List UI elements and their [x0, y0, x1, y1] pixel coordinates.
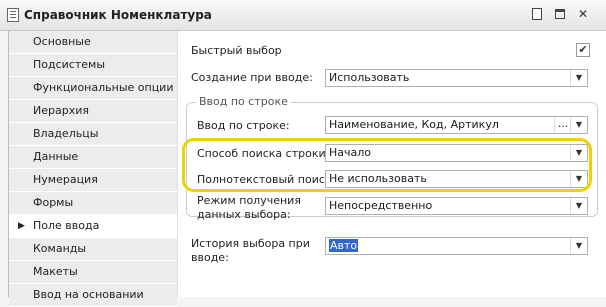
create-on-input-label: Создание при вводе:	[191, 71, 313, 84]
close-icon: ✕	[577, 7, 589, 21]
nav-item-label: Нумерация	[33, 173, 98, 186]
close-button[interactable]: ✕	[576, 7, 590, 21]
choice-history-selected-text: Авто	[329, 239, 359, 252]
create-on-input-select[interactable]: Использовать ▼	[325, 69, 588, 87]
nav-item-label: Иерархия	[33, 104, 89, 117]
catalog-icon	[7, 8, 19, 22]
nav-item-templates[interactable]: Макеты	[9, 261, 177, 284]
nav-item-subsystems[interactable]: Подсистемы	[9, 54, 177, 77]
quick-choice-checkbox[interactable]: ✔	[576, 43, 590, 57]
create-on-input-value: Использовать	[329, 71, 410, 84]
input-by-string-label: Ввод по строке:	[197, 119, 290, 132]
nav-item-data[interactable]: Данные	[9, 146, 177, 169]
checkmark-icon: ✔	[578, 43, 588, 56]
window-title: Справочник Номенклатура	[24, 8, 212, 22]
nav-item-label: Ввод на основании	[33, 288, 144, 301]
nav-item-label: Основные	[33, 35, 91, 48]
input-by-string-group-caption: Ввод по строке	[196, 95, 291, 108]
nav-item-numbering[interactable]: Нумерация	[9, 169, 177, 192]
data-retrieval-mode-label-line1: Режим получения	[197, 194, 301, 207]
nav-item-functional-options[interactable]: Функциональные опции	[9, 77, 177, 100]
nav-item-label: Команды	[33, 242, 87, 255]
highlight-frame	[182, 138, 592, 192]
choose-button[interactable]: ...	[554, 117, 571, 133]
nav-item-label: Формы	[33, 196, 74, 209]
nav-item-label: Поле ввода	[33, 219, 100, 232]
dropdown-arrow-icon[interactable]: ▼	[570, 117, 587, 133]
nav-item-hierarchy[interactable]: Иерархия	[9, 100, 177, 123]
nav-item-owners[interactable]: Владельцы	[9, 123, 177, 146]
nav-item-label: Владельцы	[33, 127, 99, 140]
current-item-arrow-icon: ▶	[18, 221, 25, 231]
nav-item-label: Макеты	[33, 265, 78, 278]
data-retrieval-mode-select[interactable]: Непосредственно ▼	[325, 197, 588, 215]
dropdown-arrow-icon[interactable]: ▼	[570, 70, 587, 86]
dropdown-arrow-icon[interactable]: ▼	[570, 238, 587, 254]
nav-item-forms[interactable]: Формы	[9, 192, 177, 215]
nav-item-main[interactable]: Основные	[9, 31, 177, 54]
data-retrieval-mode-label-line2: данных выбора:	[197, 208, 291, 221]
title-bar: Справочник Номенклатура ✕	[0, 0, 606, 31]
nav-item-label: Функциональные опции	[33, 81, 174, 94]
nav-item-label: Данные	[33, 150, 79, 163]
input-by-string-field[interactable]: Наименование, Код, Артикул ... ▼	[325, 116, 588, 134]
sections-nav: Основные Подсистемы Функциональные опции…	[8, 31, 178, 307]
quick-choice-label: Быстрый выбор	[191, 44, 282, 57]
data-retrieval-mode-value: Непосредственно	[329, 199, 433, 212]
nav-item-input-based-on[interactable]: Ввод на основании	[9, 284, 177, 307]
dropdown-arrow-icon[interactable]: ▼	[570, 198, 587, 214]
window-menu-button[interactable]	[530, 7, 544, 21]
nav-item-commands[interactable]: Команды	[9, 238, 177, 261]
nav-item-input-field[interactable]: ▶ Поле ввода	[9, 215, 177, 238]
choice-history-label-line1: История выбора при	[191, 237, 310, 250]
choice-history-select[interactable]: Авто ▼	[325, 237, 588, 255]
document-icon	[532, 8, 542, 20]
maximize-button[interactable]	[553, 7, 567, 21]
choice-history-value: Авто	[329, 239, 359, 252]
nav-item-label: Подсистемы	[33, 58, 106, 71]
choice-history-label-line2: вводе:	[191, 251, 229, 264]
maximize-icon	[555, 9, 565, 19]
input-field-form: Быстрый выбор ✔ Создание при вводе: Испо…	[177, 31, 606, 297]
input-by-string-value: Наименование, Код, Артикул	[329, 118, 499, 131]
